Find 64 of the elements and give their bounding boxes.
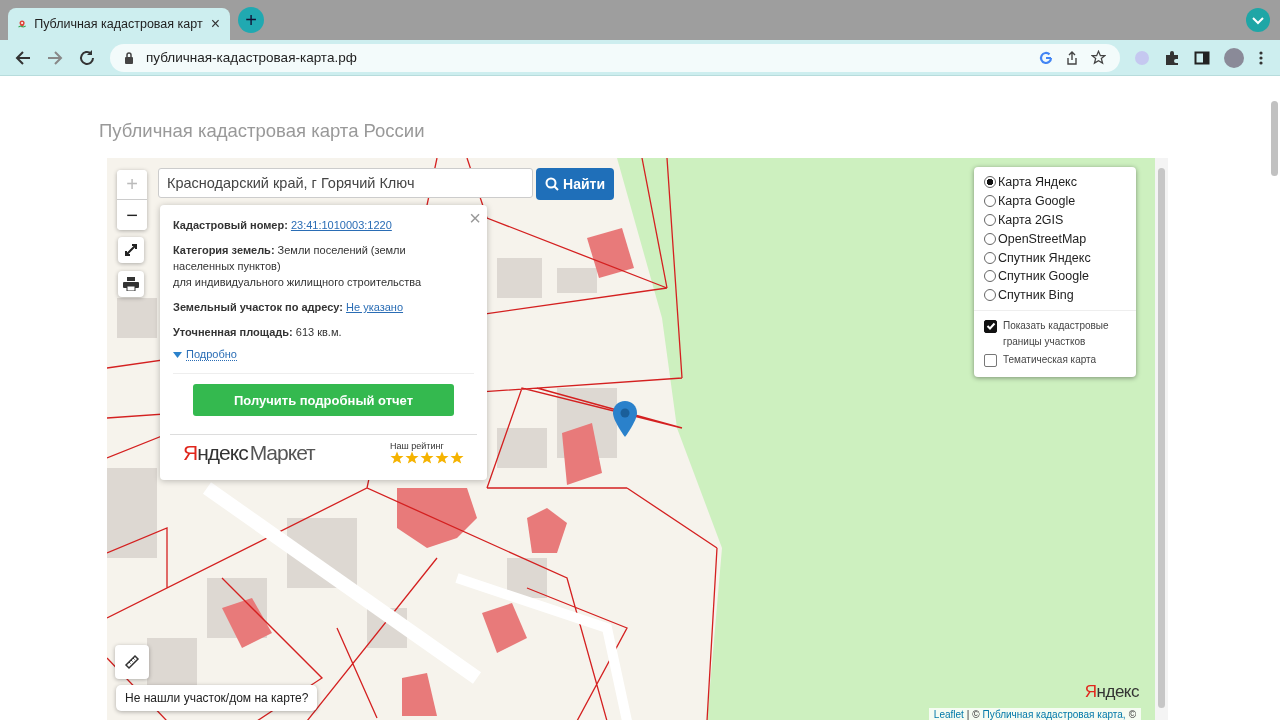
g-letter-icon[interactable] [1039, 50, 1053, 65]
attribution-text: | © [966, 709, 980, 720]
layer-label[interactable]: OpenStreetMap [998, 231, 1087, 246]
fullscreen-button[interactable] [118, 237, 144, 263]
parcel-link[interactable]: Не указано [346, 301, 404, 313]
print-button[interactable] [118, 271, 144, 297]
not-found-button[interactable]: Не нашли участок/дом на карте? [116, 685, 318, 711]
printer-icon [123, 277, 139, 291]
zoom-out-button[interactable]: − [117, 200, 147, 230]
star-icon [450, 451, 464, 465]
expand-icon [124, 243, 138, 257]
share-icon[interactable] [1065, 50, 1079, 65]
layer-label[interactable]: Карта Яндекс [998, 175, 1077, 190]
scrollbar-thumb[interactable] [1158, 168, 1165, 708]
address-bar[interactable]: публичная-кадастровая-карта.рф [110, 43, 1120, 72]
browser-tab[interactable]: Публичная кадастровая карт × [8, 8, 230, 40]
scrollbar-thumb[interactable] [1270, 101, 1278, 176]
market-logo[interactable]: ЯндексМаркет [183, 441, 315, 465]
chevron-down-icon[interactable] [1246, 8, 1270, 32]
url-text: публичная-кадастровая-карта.рф [146, 50, 357, 65]
layer-label[interactable]: Спутник Bing [998, 288, 1074, 303]
checkbox[interactable] [984, 319, 997, 333]
tab-title: Публичная кадастровая карт [34, 17, 203, 31]
search-button[interactable]: Найти [536, 168, 614, 200]
ruler-icon [124, 654, 140, 670]
search-field[interactable]: Краснодарский край, г Горячий Ключ [158, 168, 533, 198]
map-provider-logo: Яндекс [1084, 682, 1139, 702]
map-marker-icon[interactable] [613, 400, 637, 438]
overlay-label[interactable]: Показать кадастровые границы участков [1003, 317, 1121, 350]
layer-label[interactable]: Спутник Google [998, 269, 1089, 284]
parcel-info-text: Земельный участок по адресу: Не указано [173, 300, 405, 315]
star-icon[interactable] [1091, 50, 1106, 65]
source-link[interactable]: Публичная кадастровая карта, [982, 709, 1126, 720]
ruler-button[interactable] [115, 645, 149, 679]
parcel-link[interactable]: 23:41:1010003:1220 [290, 219, 392, 231]
overlay-label[interactable]: Тематическая карта [1003, 351, 1121, 368]
search-icon [545, 177, 559, 191]
checkbox[interactable] [984, 353, 997, 367]
puzzle-icon[interactable] [1164, 49, 1180, 66]
new-tab-button[interactable]: + [238, 7, 264, 33]
more-icon[interactable] [1258, 49, 1264, 66]
lock-icon [124, 51, 134, 64]
back-icon[interactable] [14, 48, 32, 67]
layer-label[interactable]: Спутник Яндекс [998, 250, 1091, 265]
layer-label[interactable]: Карта Google [998, 194, 1076, 209]
triangle-down-icon [173, 351, 182, 358]
star-icon [390, 451, 404, 465]
star-icon [405, 451, 419, 465]
layer-label[interactable]: Карта 2GIS [998, 213, 1064, 227]
radio-button[interactable] [984, 176, 996, 189]
forward-icon[interactable] [46, 48, 64, 67]
attribution-text: © [1128, 709, 1136, 720]
details-link[interactable]: Подробно [186, 348, 237, 361]
parcel-info-text: Категория земель: Земли поселений (земли населенных пунктов) для индивидуального жилищного строительства [173, 243, 423, 290]
sidebar-icon[interactable] [1194, 49, 1210, 66]
reload-icon[interactable] [78, 48, 96, 67]
close-tab-button[interactable]: × [210, 15, 220, 33]
leaflet-link[interactable]: Leaflet [933, 709, 964, 720]
star-icon [435, 451, 449, 465]
star-icon [420, 451, 434, 465]
parcel-info-text: Уточненная площадь: 613 кв.м. [173, 325, 343, 340]
rating-label: Наш рейтинг [390, 441, 444, 451]
profile-avatar[interactable] [1224, 47, 1244, 68]
page-title: Публичная кадастровая карта России [99, 120, 426, 142]
